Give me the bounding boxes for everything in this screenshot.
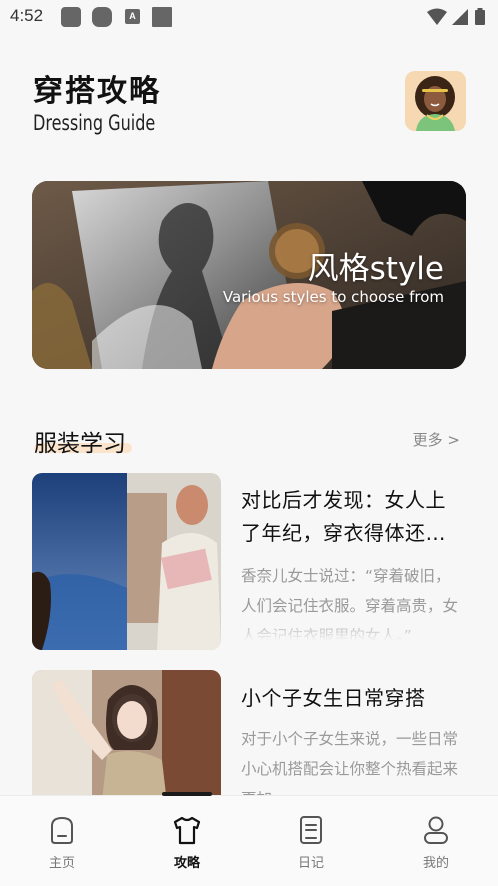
status-bar: 4:52 A	[0, 0, 498, 34]
article-card[interactable]: 对比后才发现：女人上了年纪，穿衣得体还… 香奈儿女士说过：“穿着破旧，人们会记住…	[32, 473, 466, 651]
article-card[interactable]: 小个子女生日常穿搭 对于小个子女生来说，一些日常小心机搭配会让你整个热看起来更加…	[32, 670, 466, 795]
tab-label: 我的	[422, 856, 449, 871]
article-title: 对比后才发现：女人上了年纪，穿衣得体还…	[241, 488, 446, 545]
article-description: 对于小个子女生来说，一些日常小心机搭配会让你整个热看起来更加…	[241, 730, 459, 795]
avatar[interactable]	[405, 71, 466, 131]
page-title: 穿搭攻略	[33, 74, 161, 109]
app-notification-icon	[61, 7, 81, 27]
tab-home[interactable]: 主页	[12, 796, 112, 876]
signal-icon	[452, 9, 468, 25]
section-title: 服装学习	[34, 431, 126, 457]
status-time: 4:52	[10, 6, 44, 25]
article-title: 小个子女生日常穿搭	[241, 686, 426, 710]
article-description: 香奈儿女士说过：“穿着破旧，人们会记住衣服。穿着高贵，女人会记住衣服里的女人。”	[241, 567, 459, 641]
battery-icon	[475, 10, 485, 25]
article-thumbnail	[32, 473, 221, 650]
banner-title: 风格style	[307, 251, 444, 287]
tab-label: 攻略	[173, 856, 200, 871]
notebook-icon	[300, 816, 322, 844]
app-notification-icon	[152, 7, 172, 27]
wifi-icon	[427, 8, 447, 25]
more-link[interactable]: 更多 >	[413, 429, 460, 450]
tab-label: 日记	[297, 856, 324, 871]
profile-icon	[424, 816, 448, 844]
home-icon	[51, 816, 73, 844]
app-notification-icon	[92, 7, 112, 27]
status-right-icons	[427, 8, 485, 25]
tab-guide[interactable]: 攻略	[137, 796, 237, 876]
page-subtitle: Dressing Guide	[33, 111, 156, 135]
article-thumbnail	[32, 670, 221, 795]
banner-subtitle: Various styles to choose from	[222, 288, 444, 306]
shirt-icon	[173, 816, 201, 845]
tab-profile[interactable]: 我的	[386, 796, 486, 876]
avatar-icon	[405, 71, 466, 131]
style-banner[interactable]: 风格style Various styles to choose from	[32, 181, 466, 369]
tab-diary[interactable]: 日记	[261, 796, 361, 876]
bottom-nav: 主页 攻略 日记 我的	[0, 792, 498, 886]
text-notification-icon: A	[125, 9, 140, 24]
tab-label: 主页	[48, 856, 75, 871]
